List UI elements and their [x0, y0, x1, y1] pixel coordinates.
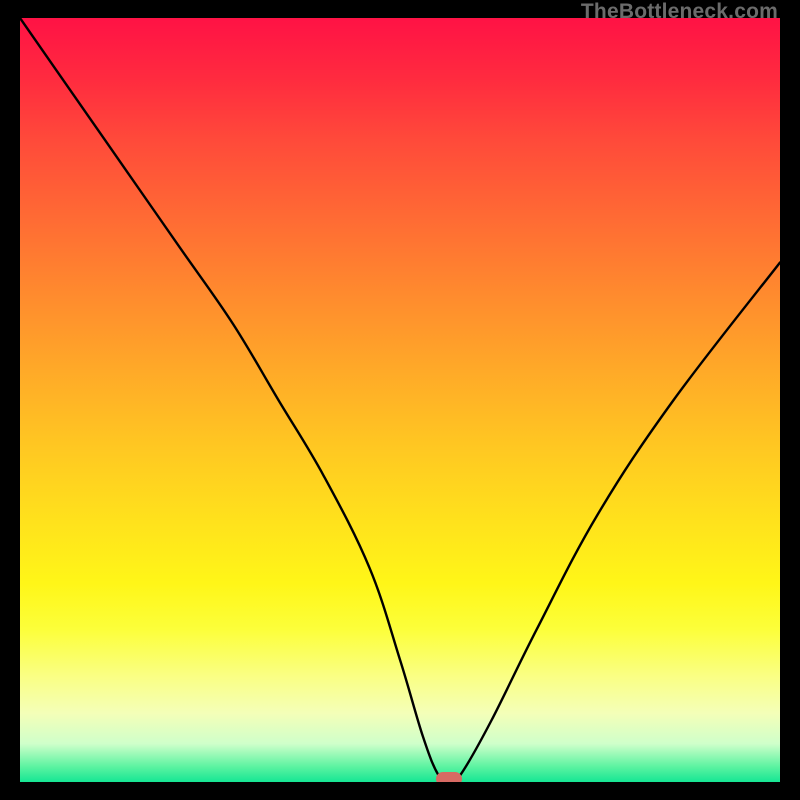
plot-area [20, 18, 780, 782]
optimum-marker [436, 772, 462, 782]
bottleneck-curve [20, 18, 780, 782]
